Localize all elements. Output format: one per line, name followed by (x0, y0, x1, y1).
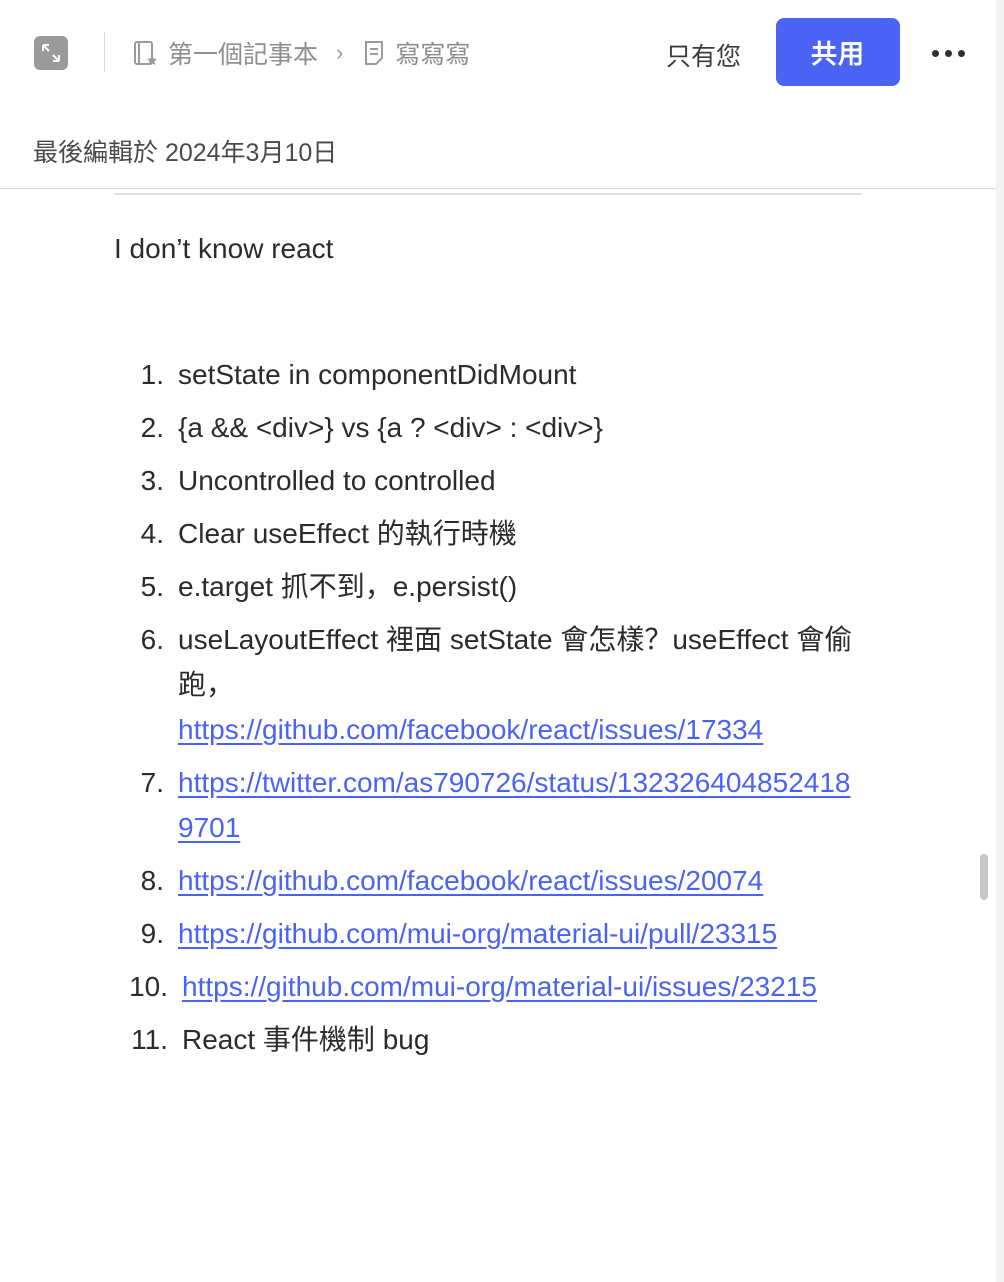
list-item-link[interactable]: https://github.com/mui-org/material-ui/p… (178, 918, 777, 949)
list-item: 6. useLayoutEffect 裡面 setState 會怎樣？useEff… (114, 617, 854, 752)
list-item: 11. React 事件機制 bug (114, 1017, 854, 1062)
list-item-content[interactable]: https://github.com/mui-org/material-ui/i… (182, 964, 854, 1009)
expand-button[interactable] (34, 36, 68, 70)
more-options-button[interactable] (926, 34, 970, 72)
toolbar-divider (104, 32, 105, 72)
list-item-content[interactable]: https://github.com/mui-org/material-ui/p… (178, 911, 854, 956)
more-dots-icon (931, 49, 939, 57)
list-item-content[interactable]: {a && <div>} vs {a ? <div> : <div>} (178, 405, 854, 450)
note-page: 第一個記事本 › 寫寫寫 只有您 共用 最後編輯於 2024年3月10日 I d… (0, 0, 1004, 1282)
breadcrumb-notebook-label: 第一個記事本 (168, 41, 319, 69)
list-item-link[interactable]: https://github.com/facebook/react/issues… (178, 714, 763, 745)
last-edited-label: 最後編輯於 2024年3月10日 (33, 139, 338, 167)
list-item-number: 10. (129, 971, 168, 1002)
expand-icon (42, 44, 60, 62)
list-item: 4. Clear useEffect 的執行時機 (114, 511, 854, 556)
list-item-content[interactable]: https://github.com/facebook/react/issues… (178, 858, 854, 903)
list-item-content[interactable]: Clear useEffect 的執行時機 (178, 511, 854, 556)
scroll-track (996, 0, 1004, 1282)
list-item: 7. https://twitter.com/as790726/status/13… (114, 760, 854, 850)
list-item-content[interactable]: React 事件機制 bug (182, 1017, 854, 1062)
note-list: 1. setState in componentDidMount 2. {a && <… (114, 352, 854, 1070)
list-item-text: useLayoutEffect 裡面 setState 會怎樣？useEffec… (178, 624, 853, 700)
list-item-text: setState in componentDidMount (178, 359, 577, 390)
list-item: 9. https://github.com/mui-org/material-ui… (114, 911, 854, 956)
sharing-status[interactable]: 只有您 (666, 37, 741, 73)
list-item-text: {a && <div>} vs {a ? <div> : <div>} (178, 412, 603, 443)
list-item-number: 3. (140, 465, 164, 496)
scrollbar-thumb[interactable] (980, 854, 988, 900)
list-item: 1. setState in componentDidMount (114, 352, 854, 397)
list-item-number: 11. (131, 1024, 168, 1055)
list-item-text: React 事件機制 bug (182, 1024, 430, 1055)
list-item-number: 9. (140, 918, 164, 949)
share-button[interactable]: 共用 (776, 18, 900, 86)
note-intro[interactable]: I don’t know react (114, 233, 333, 265)
header-divider (0, 188, 996, 189)
list-item-link[interactable]: https://twitter.com/as790726/status/1323… (178, 767, 850, 843)
list-item-content[interactable]: useLayoutEffect 裡面 setState 會怎樣？useEffec… (178, 617, 854, 752)
breadcrumb-notebook[interactable]: 第一個記事本 (130, 35, 318, 71)
list-item-text: e.target 抓不到，e.persist() (178, 571, 518, 602)
breadcrumb: 第一個記事本 › 寫寫寫 (130, 34, 470, 72)
list-item-content[interactable]: https://twitter.com/as790726/status/1323… (178, 760, 854, 850)
list-item-number: 4. (140, 518, 164, 549)
list-item-number: 6. (140, 624, 164, 655)
list-item-link[interactable]: https://github.com/mui-org/material-ui/i… (182, 971, 817, 1002)
list-item: 5. e.target 抓不到，e.persist() (114, 564, 854, 609)
list-item-content[interactable]: Uncontrolled to controlled (178, 458, 854, 503)
list-item-text: Clear useEffect 的執行時機 (178, 518, 517, 549)
list-item-number: 2. (140, 412, 164, 443)
more-dot (957, 49, 965, 57)
breadcrumb-note-label: 寫寫寫 (395, 41, 471, 69)
list-item: 3. Uncontrolled to controlled (114, 458, 854, 503)
note-icon (365, 41, 384, 65)
list-item-number: 7. (140, 767, 164, 798)
list-item: 2. {a && <div>} vs {a ? <div> : <div>} (114, 405, 854, 450)
content-rule (114, 193, 862, 195)
list-item-number: 8. (140, 865, 164, 896)
list-item-number: 5. (140, 571, 164, 602)
list-item-text: Uncontrolled to controlled (178, 465, 496, 496)
top-bar: 第一個記事本 › 寫寫寫 只有您 共用 (0, 0, 996, 104)
more-dot (944, 49, 952, 57)
list-item-content[interactable]: e.target 抓不到，e.persist() (178, 564, 854, 609)
list-item-number: 1. (140, 359, 164, 390)
list-item: 8. https://github.com/facebook/react/issu… (114, 858, 854, 903)
list-item: 10. https://github.com/mui-org/material-u… (114, 964, 854, 1009)
breadcrumb-separator: › (336, 40, 344, 65)
list-item-link[interactable]: https://github.com/facebook/react/issues… (178, 865, 763, 896)
breadcrumb-note[interactable]: 寫寫寫 (361, 35, 470, 71)
list-item-content[interactable]: setState in componentDidMount (178, 352, 854, 397)
notebook-star-icon (134, 41, 157, 65)
